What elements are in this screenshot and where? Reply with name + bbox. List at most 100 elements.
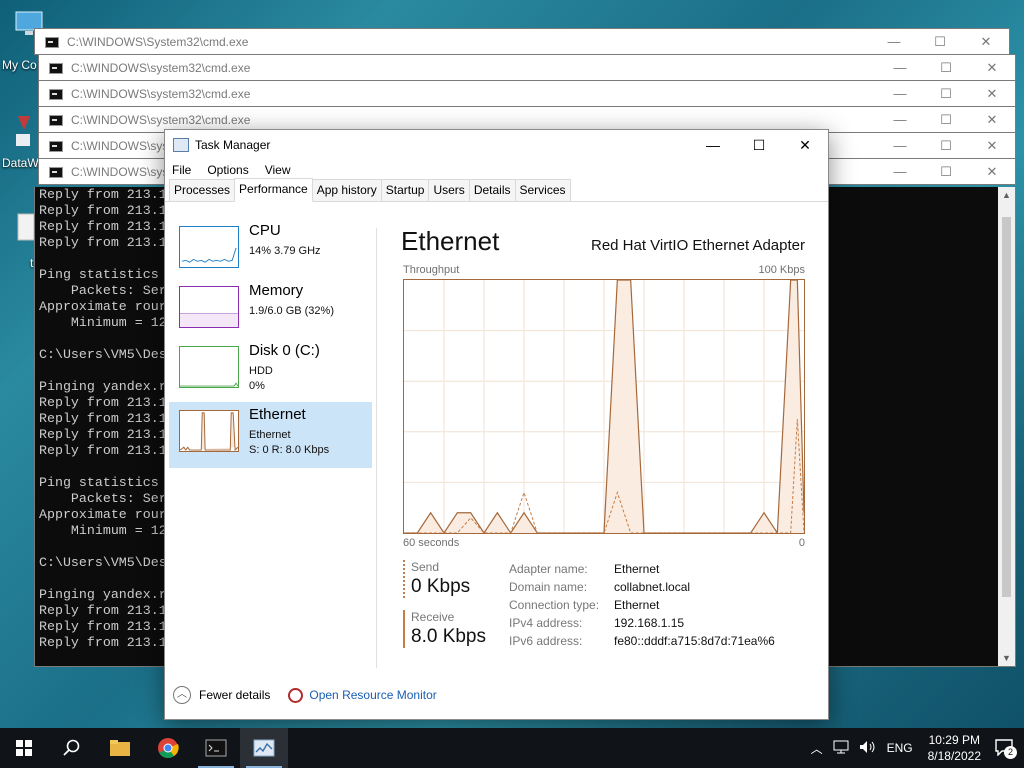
window-title: C:\WINDOWS\sys [71,165,169,179]
notification-center-button[interactable]: 2 [994,738,1017,759]
zero-label: 0 [798,537,805,549]
cpu-stats: 14% 3.79 GHz [249,245,321,257]
scroll-up-icon[interactable]: ▲ [998,187,1015,203]
close-button[interactable]: ✕ [969,60,1015,76]
fewer-details-link[interactable]: Fewer details [199,688,270,702]
tab-app-history[interactable]: App history [311,179,382,201]
desktop-icon-dataw[interactable]: DataW [0,112,40,170]
maximize-button[interactable]: ☐ [917,34,963,50]
send-stat: Send 0 Kbps [403,560,470,598]
tab-users[interactable]: Users [428,179,470,201]
resource-item-cpu[interactable]: CPU 14% 3.79 GHz [169,218,372,284]
maximize-button[interactable]: ☐ [923,112,969,128]
chrome-icon [158,738,179,759]
resource-item-disk[interactable]: Disk 0 (C:) HDD 0% [169,338,372,404]
cmd-icon [49,140,63,152]
task-manager-taskbar-button[interactable] [240,728,288,768]
tab-services[interactable]: Services [514,179,571,201]
desktop-icon-label: DataW [2,156,39,170]
time-span-label: 60 seconds [403,537,460,549]
tab-details[interactable]: Details [468,179,516,201]
clock[interactable]: 10:29 PM 8/18/2022 [928,732,981,764]
resource-item-ethernet[interactable]: Ethernet Ethernet S: 0 R: 8.0 Kbps [169,402,372,468]
task-manager-icon [253,739,275,757]
notification-count: 2 [1004,745,1017,759]
tab-startup[interactable]: Startup [380,179,430,201]
memory-thumbnail [179,286,239,328]
memory-stats: 1.9/6.0 GB (32%) [249,305,334,317]
maximize-button[interactable]: ☐ [923,86,969,102]
detail-key: Domain name: [509,580,588,594]
window-title: C:\WINDOWS\System32\cmd.exe [67,35,249,49]
window-title: C:\WINDOWS\system32\cmd.exe [71,87,251,101]
search-button[interactable] [48,728,96,768]
cmd-window-2[interactable]: C:\WINDOWS\system32\cmd.exe — ☐ ✕ [38,54,1016,81]
start-button[interactable] [0,728,48,768]
cmd-window-1[interactable]: C:\WINDOWS\System32\cmd.exe — ☐ ✕ [34,28,1010,55]
menu-view[interactable]: View [265,163,291,177]
close-button[interactable]: ✕ [963,34,1009,50]
menu-options[interactable]: Options [207,163,248,177]
file-explorer-button[interactable] [96,728,144,768]
cmd-icon [49,88,63,100]
memory-label: Memory [249,282,304,299]
minimize-button[interactable]: — [690,137,736,154]
detail-value: fe80::dddf:a715:8d7d:71ea%6 [614,634,775,648]
maximize-button[interactable]: ☐ [736,137,782,154]
volume-icon[interactable] [859,740,877,757]
detail-value: Ethernet [614,598,660,612]
tab-performance[interactable]: Performance [234,178,313,202]
cmd-icon [49,62,63,74]
close-button[interactable]: ✕ [782,137,828,154]
detail-key: Adapter name: [509,562,588,576]
scroll-down-icon[interactable]: ▼ [998,650,1015,666]
cmd-window-3[interactable]: C:\WINDOWS\system32\cmd.exe — ☐ ✕ [38,80,1016,107]
adapter-details: Adapter name: Ethernet Domain name: collab… [509,562,775,652]
window-title: C:\WINDOWS\sys [71,139,169,153]
cmd-taskbar-button[interactable] [192,728,240,768]
detail-row: Domain name: collabnet.local [509,580,775,598]
minimize-button[interactable]: — [877,138,923,154]
open-resource-monitor-link[interactable]: Open Resource Monitor [309,688,436,702]
minimize-button[interactable]: — [877,86,923,102]
detail-key: IPv6 address: [509,634,583,648]
detail-value: Ethernet [614,562,660,576]
menu-bar: File Options View [165,160,828,180]
resource-item-memory[interactable]: Memory 1.9/6.0 GB (32%) [169,278,372,344]
maximize-button[interactable]: ☐ [923,60,969,76]
title-bar[interactable]: Task Manager — ☐ ✕ [165,130,828,160]
chevron-up-icon[interactable]: ︿ [173,686,191,704]
network-icon[interactable] [833,740,849,757]
tab-processes[interactable]: Processes [169,179,236,201]
ethernet-label: Ethernet [249,406,306,423]
maximize-button[interactable]: ☐ [923,138,969,154]
minimize-button[interactable]: — [877,112,923,128]
chevron-up-icon[interactable]: ︿ [811,740,823,757]
language-indicator[interactable]: ENG [887,741,913,755]
scroll-thumb[interactable] [1002,217,1011,597]
task-manager-window[interactable]: Task Manager — ☐ ✕ File Options View Pro… [164,129,829,720]
chrome-button[interactable] [144,728,192,768]
close-button[interactable]: ✕ [969,112,1015,128]
close-button[interactable]: ✕ [969,164,1015,180]
disk-usage: 0% [249,380,265,392]
close-button[interactable]: ✕ [969,86,1015,102]
throughput-graph [403,279,805,534]
minimize-button[interactable]: — [877,60,923,76]
console-scrollbar[interactable]: ▲ ▼ [998,187,1015,666]
window-title: C:\WINDOWS\system32\cmd.exe [71,113,251,127]
detail-key: Connection type: [509,598,600,612]
max-scale-label: 100 Kbps [758,264,805,276]
cmd-icon [205,739,227,757]
detail-value: 192.168.1.15 [614,616,685,630]
maximize-button[interactable]: ☐ [923,164,969,180]
minimize-button[interactable]: — [877,164,923,180]
minimize-button[interactable]: — [871,34,917,50]
console-output: Reply from 213.1 Reply from 213.1 Reply … [39,187,167,650]
menu-file[interactable]: File [172,163,191,177]
cmd-icon [49,166,63,178]
receive-label: Receive [411,610,455,624]
clock-time: 10:29 PM [928,733,980,747]
close-button[interactable]: ✕ [969,138,1015,154]
resource-list: CPU 14% 3.79 GHz Memory 1.9/6.0 GB (32%)… [165,204,377,664]
